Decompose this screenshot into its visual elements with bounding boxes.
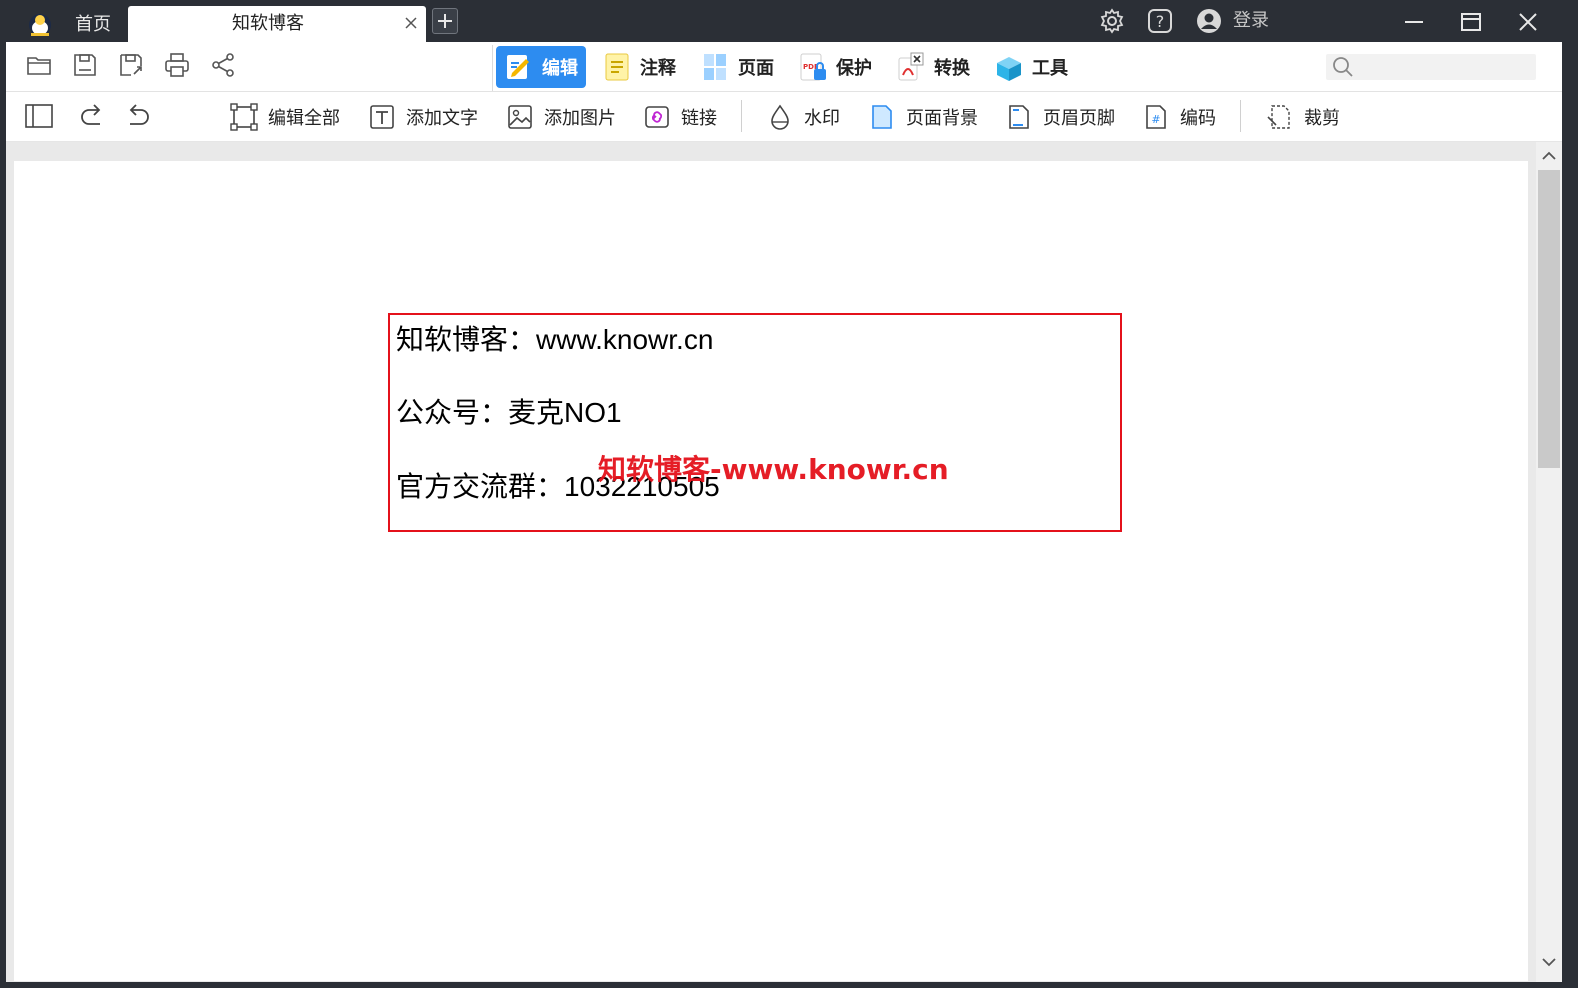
page-background-icon — [872, 105, 892, 129]
window-frame-bottom — [0, 982, 1578, 988]
link-label: 链接 — [681, 108, 717, 129]
user-avatar-icon[interactable] — [1196, 8, 1222, 34]
undo-icon[interactable] — [124, 102, 152, 130]
convert-icon — [898, 52, 924, 81]
water-drop-icon — [771, 104, 789, 130]
encode-icon: # — [1146, 105, 1166, 129]
tab-annotate[interactable]: 注释 — [594, 46, 684, 88]
close-tab-icon[interactable] — [404, 16, 418, 30]
tab-document[interactable]: 知软博客 — [128, 6, 426, 42]
search-icon — [1333, 57, 1353, 77]
toolbar-divider — [741, 100, 742, 132]
page-background-button[interactable]: 页面背景 — [868, 100, 978, 134]
scrollbar-thumb[interactable] — [1538, 170, 1560, 468]
add-image-label: 添加图片 — [544, 108, 616, 129]
tab-protect[interactable]: PDF 保护 — [790, 46, 880, 88]
minimize-icon[interactable] — [1402, 10, 1426, 34]
select-frame-icon — [230, 103, 258, 131]
edit-all-label: 编辑全部 — [268, 108, 340, 129]
redo-icon[interactable] — [78, 102, 106, 130]
text-line-wechat[interactable]: 公众号：麦克NO1 — [396, 391, 622, 431]
crop-label: 裁剪 — [1304, 108, 1340, 129]
ribbon-divider — [492, 45, 493, 91]
scroll-up-arrow-icon[interactable] — [1541, 150, 1557, 162]
share-icon[interactable] — [210, 52, 236, 78]
new-tab-button[interactable] — [432, 8, 458, 34]
settings-gear-icon[interactable] — [1099, 8, 1125, 34]
maximize-icon[interactable] — [1459, 10, 1483, 34]
tab-protect-label: 保护 — [836, 58, 872, 79]
edit-icon — [507, 55, 529, 79]
crop-button[interactable]: 裁剪 — [1266, 100, 1340, 134]
tab-page[interactable]: 页面 — [692, 46, 782, 88]
vertical-scrollbar[interactable] — [1536, 142, 1562, 982]
title-bar: 首页 知软博客 ? 登录 — [0, 0, 1578, 42]
help-icon[interactable]: ? — [1147, 8, 1173, 34]
svg-text:#: # — [1151, 113, 1160, 126]
save-icon[interactable] — [72, 52, 98, 78]
ribbon: 编辑 注释 页面 PDF 保护 转换 工具 — [6, 42, 1564, 92]
link-button[interactable]: 链接 — [643, 100, 717, 134]
image-icon — [508, 105, 532, 129]
tab-tools[interactable]: 工具 — [986, 46, 1076, 88]
edit-all-button[interactable]: 编辑全部 — [230, 100, 340, 134]
login-link[interactable]: 登录 — [1233, 7, 1269, 35]
app-logo-icon[interactable] — [26, 9, 54, 37]
tab-edit-label: 编辑 — [542, 58, 578, 79]
tab-convert[interactable]: 转换 — [888, 46, 978, 88]
page-icon — [704, 54, 726, 80]
tab-convert-label: 转换 — [934, 58, 970, 79]
add-text-label: 添加文字 — [406, 108, 478, 129]
add-image-button[interactable]: 添加图片 — [506, 100, 616, 134]
watermark-button[interactable]: 水印 — [766, 100, 840, 134]
selected-text-box[interactable]: 知软博客：www.knowr.cn 公众号：麦克NO1 官方交流群：103221… — [388, 313, 1122, 532]
tab-home[interactable]: 首页 — [62, 8, 124, 42]
watermark-text: 知软博客-www.knowr.cn — [598, 453, 949, 486]
scroll-down-arrow-icon[interactable] — [1541, 956, 1557, 968]
text-line-blog[interactable]: 知软博客：www.knowr.cn — [396, 318, 713, 358]
text-box-icon — [370, 105, 394, 129]
toolbar-divider — [1240, 100, 1241, 132]
crop-icon — [1267, 105, 1290, 129]
tools-icon — [997, 57, 1021, 81]
tab-document-title: 知软博客 — [232, 13, 304, 34]
tab-tools-label: 工具 — [1032, 58, 1068, 79]
protect-icon: PDF — [800, 53, 826, 81]
pdf-page[interactable] — [14, 161, 1528, 981]
sidebar-toggle-icon[interactable] — [24, 102, 54, 130]
encode-label: 编码 — [1180, 108, 1216, 129]
open-folder-icon[interactable] — [26, 52, 52, 78]
tab-annotate-label: 注释 — [640, 58, 676, 79]
annotate-icon — [605, 53, 629, 81]
svg-text:?: ? — [1156, 12, 1165, 31]
watermark-label: 水印 — [804, 108, 840, 129]
plus-icon — [438, 14, 452, 28]
link-icon — [645, 106, 669, 128]
header-footer-icon — [1009, 105, 1029, 129]
edit-toolbar: 编辑全部 添加文字 添加图片 链接 水印 页面背景 页眉页脚 # 编码 裁剪 — [6, 92, 1564, 142]
page-background-label: 页面背景 — [906, 108, 978, 129]
add-text-button[interactable]: 添加文字 — [368, 100, 478, 134]
header-footer-button[interactable]: 页眉页脚 — [1005, 100, 1115, 134]
tab-edit[interactable]: 编辑 — [496, 46, 586, 88]
close-window-icon[interactable] — [1516, 10, 1540, 34]
search-input[interactable] — [1326, 54, 1536, 80]
header-footer-label: 页眉页脚 — [1043, 108, 1115, 129]
encode-button[interactable]: # 编码 — [1142, 100, 1216, 134]
document-canvas[interactable] — [6, 142, 1536, 982]
tab-page-label: 页面 — [738, 58, 774, 79]
print-icon[interactable] — [164, 52, 190, 78]
window-frame-right — [1562, 42, 1578, 988]
save-as-icon[interactable] — [118, 52, 144, 78]
